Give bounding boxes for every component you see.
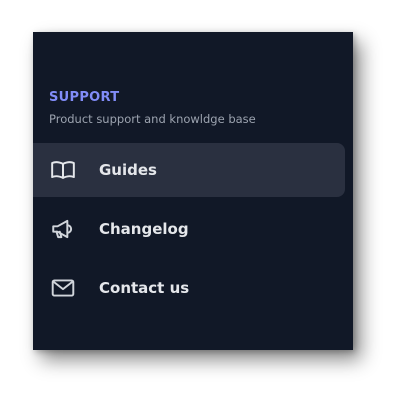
section-header: SUPPORT Product support and knowldge bas… bbox=[49, 90, 349, 127]
screenshot-stage: SUPPORT Product support and knowldge bas… bbox=[0, 0, 418, 416]
nav-item-label: Changelog bbox=[99, 220, 189, 238]
megaphone-icon bbox=[49, 215, 77, 243]
nav-item-contact-us[interactable]: Contact us bbox=[33, 261, 345, 315]
nav-item-label: Contact us bbox=[99, 279, 190, 297]
support-menu-panel: SUPPORT Product support and knowldge bas… bbox=[33, 32, 353, 350]
section-title: SUPPORT bbox=[49, 90, 120, 105]
support-nav: Guides Changelog Contact us bbox=[33, 143, 345, 320]
envelope-icon bbox=[49, 274, 77, 302]
nav-item-guides[interactable]: Guides bbox=[33, 143, 345, 197]
section-subtitle: Product support and knowldge base bbox=[49, 112, 256, 126]
book-open-icon bbox=[49, 156, 77, 184]
nav-item-changelog[interactable]: Changelog bbox=[33, 202, 345, 256]
nav-item-label: Guides bbox=[99, 161, 157, 179]
